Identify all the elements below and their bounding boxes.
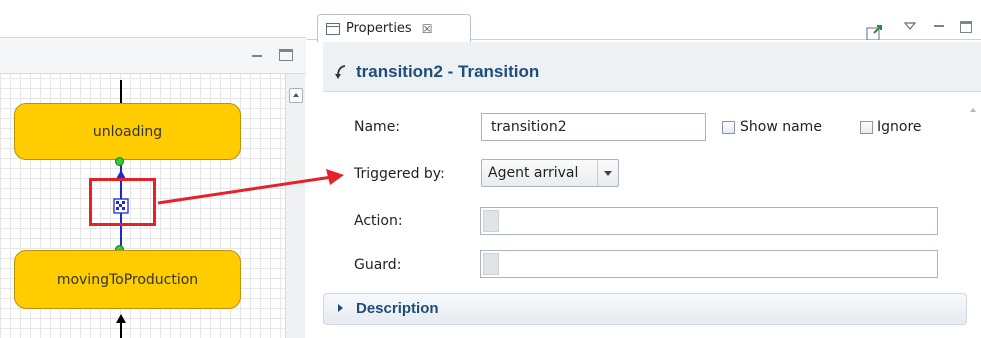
triggered-by-value: Agent arrival: [488, 165, 579, 181]
outgoing-transition-line: [120, 322, 122, 338]
view-menu-icon[interactable]: [904, 22, 916, 31]
ignore-label: Ignore: [877, 119, 922, 135]
description-label[interactable]: Description: [356, 300, 439, 317]
name-value: transition2: [491, 119, 567, 135]
state-unloading[interactable]: unloading: [14, 103, 241, 160]
guard-label: Guard:: [354, 257, 402, 273]
minimize-icon[interactable]: [932, 20, 946, 32]
expand-caret-icon[interactable]: [338, 304, 343, 312]
action-field[interactable]: [480, 207, 938, 235]
name-field[interactable]: transition2: [481, 113, 706, 141]
show-name-checkbox[interactable]: [722, 121, 735, 134]
maximize-icon[interactable]: [960, 21, 972, 33]
arrowhead-icon: [116, 314, 126, 323]
action-label: Action:: [354, 213, 403, 229]
state-label: unloading: [92, 123, 163, 140]
annotation-arrow: [157, 169, 344, 205]
transition-endpoint[interactable]: [115, 157, 124, 166]
code-field-grip: [483, 253, 499, 275]
vertical-scrollbar[interactable]: [967, 96, 981, 338]
ignore-checkbox[interactable]: [860, 121, 873, 134]
show-name-label: Show name: [740, 119, 822, 135]
state-label: movingToProduction: [56, 271, 199, 288]
left-toolbar: [0, 38, 306, 74]
guard-field[interactable]: [480, 250, 938, 278]
properties-icon: [326, 22, 340, 35]
triggered-by-label: Triggered by:: [354, 166, 445, 182]
transition-icon: [334, 64, 350, 80]
highlight-box: [89, 178, 156, 226]
state-movingToProduction[interactable]: movingToProduction: [14, 250, 241, 309]
left-tab-strip: [0, 10, 306, 38]
minimize-icon[interactable]: [250, 50, 264, 62]
maximize-icon[interactable]: [279, 49, 293, 61]
tab-label: Properties: [346, 21, 412, 36]
code-field-grip: [483, 210, 499, 232]
incoming-transition-line: [120, 80, 122, 104]
tab-properties[interactable]: Properties ☒: [317, 14, 471, 42]
pin-icon[interactable]: [866, 24, 882, 40]
page-title: transition2 - Transition: [356, 62, 540, 81]
chevron-down-icon[interactable]: [597, 160, 618, 186]
close-icon[interactable]: ☒: [422, 22, 433, 36]
scroll-up-button[interactable]: [289, 88, 303, 103]
name-label: Name:: [354, 119, 401, 135]
triggered-by-dropdown[interactable]: Agent arrival: [481, 159, 619, 187]
